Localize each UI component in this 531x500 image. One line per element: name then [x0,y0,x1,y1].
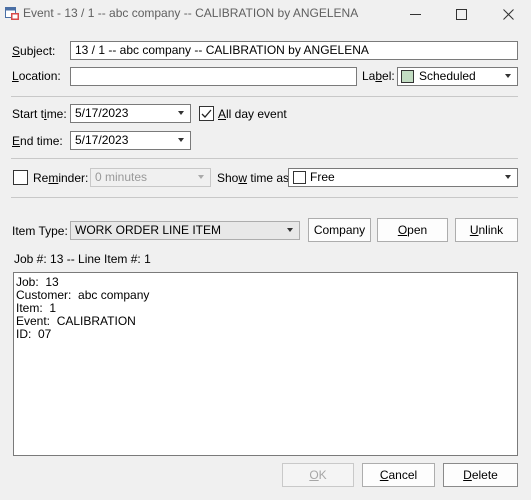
show-time-as-label: Show time as: [217,171,293,185]
chevron-down-icon [505,175,511,179]
notes-textarea[interactable]: Job: 13 Customer: abc company Item: 1 Ev… [13,272,518,456]
ok-button[interactable]: OK [282,463,354,487]
calendar-event-icon [5,7,19,20]
chevron-down-icon [198,175,204,179]
close-button[interactable] [485,0,531,28]
end-time-label: End time: [12,134,63,148]
minimize-icon [409,13,421,15]
cancel-button[interactable]: Cancel [362,463,435,487]
subject-input[interactable]: 13 / 1 -- abc company -- CALIBRATION by … [70,41,518,60]
job-line-info: Job #: 13 -- Line Item #: 1 [14,252,151,266]
subject-label: Subject: [12,44,56,58]
window-title: Event - 13 / 1 -- abc company -- CALIBRA… [23,6,359,20]
unlink-button[interactable]: Unlink [455,218,518,242]
show-time-as-value: Free [310,170,335,184]
reminder-checkbox[interactable] [13,170,28,185]
separator [11,96,518,97]
maximize-icon [455,8,467,20]
delete-button[interactable]: Delete [443,463,518,487]
item-type-label: Item Type: [12,224,68,238]
reminder-dropdown[interactable]: 0 minutes [90,168,211,187]
close-icon [502,8,514,20]
start-time-label: Start time: [12,107,67,121]
label-value: Scheduled [419,69,476,83]
checkmark-icon [201,109,212,118]
item-type-dropdown[interactable]: WORK ORDER LINE ITEM [70,221,300,240]
maximize-button[interactable] [438,0,484,28]
reminder-label[interactable]: Reminder: [33,171,88,185]
start-date-value: 5/17/2023 [75,106,129,120]
label-color-swatch [401,70,414,83]
location-label: Location: [12,69,61,83]
chevron-down-icon [178,111,184,115]
company-button[interactable]: Company [308,218,371,242]
notes-line: ID: 07 [16,327,52,341]
title-bar: Event - 13 / 1 -- abc company -- CALIBRA… [0,0,531,28]
chevron-down-icon [178,138,184,142]
open-button[interactable]: Open [377,218,448,242]
chevron-down-icon [287,228,293,232]
minimize-button[interactable] [392,0,438,28]
reminder-value: 0 minutes [95,170,148,184]
separator [11,158,518,159]
notes-line: Event: CALIBRATION [16,314,136,328]
start-date-picker[interactable]: 5/17/2023 [70,104,191,123]
label-label: Label: [362,69,395,83]
notes-line: Customer: abc company [16,288,150,302]
end-date-picker[interactable]: 5/17/2023 [70,131,191,150]
location-input[interactable] [70,67,357,86]
show-time-as-dropdown[interactable]: Free [288,168,518,187]
label-dropdown[interactable]: Scheduled [397,67,518,86]
all-day-label[interactable]: All day event [218,107,287,121]
status-color-swatch [293,171,306,184]
all-day-checkbox[interactable] [199,106,214,121]
item-type-value: WORK ORDER LINE ITEM [75,223,222,237]
end-date-value: 5/17/2023 [75,133,129,147]
separator [11,197,518,198]
chevron-down-icon [505,74,511,78]
